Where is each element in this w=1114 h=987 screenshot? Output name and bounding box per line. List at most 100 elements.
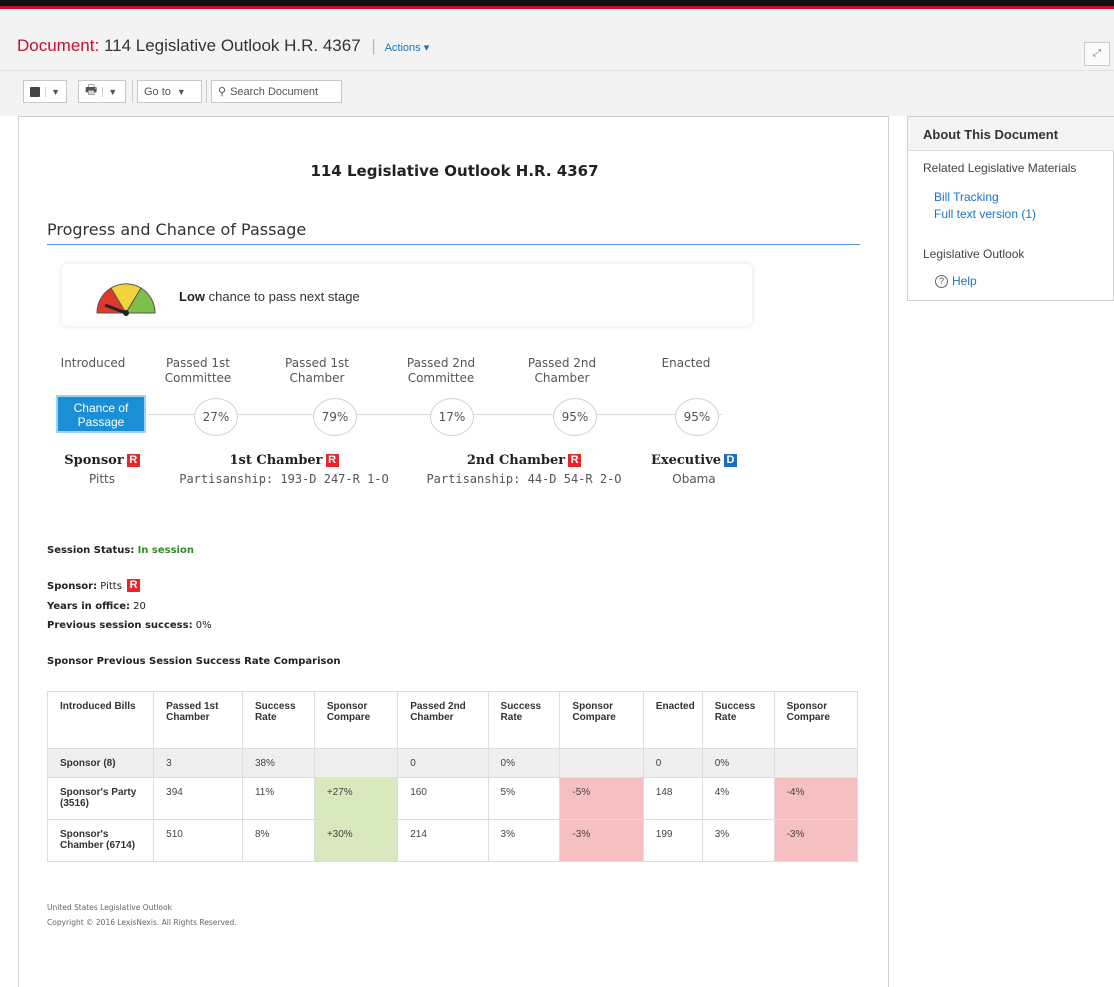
chance-summary-card: Low chance to pass next stage <box>62 264 752 326</box>
pct-enacted: 95% <box>675 398 719 436</box>
top-brand-bar <box>0 0 1114 9</box>
second-chamber-partisanship: Partisanship: 44-D 54-R 2-O <box>426 472 622 486</box>
republican-badge: R <box>126 454 140 467</box>
sponsor-value: Pitts <box>100 581 122 592</box>
table-cell: 3 <box>153 748 243 778</box>
help-link[interactable]: ? Help <box>935 274 977 288</box>
print-dropdown-button[interactable]: 🖶 ▼ <box>78 80 126 103</box>
pct-passed-1st-committee: 27% <box>194 398 238 436</box>
search-document-button[interactable]: ⚲ Search Document <box>211 80 342 103</box>
help-label: Help <box>952 274 977 288</box>
table-cell: 160 <box>397 777 489 820</box>
goto-label: Go to <box>144 85 171 98</box>
table-cell <box>559 748 644 778</box>
table-header: Introduced Bills <box>46 691 155 749</box>
table-cell: 394 <box>153 777 243 820</box>
gauge-icon <box>96 283 156 316</box>
chevron-down-icon: ▼ <box>102 86 117 97</box>
years-value: 20 <box>133 601 146 612</box>
table-cell: +27% <box>313 777 399 820</box>
folder-icon <box>30 86 41 97</box>
republican-badge: R <box>568 454 582 467</box>
years-in-office: Years in office: 20 <box>47 601 146 612</box>
print-icon: 🖶 <box>85 81 98 97</box>
table-cell: 199 <box>642 819 703 862</box>
table-cell: 0% <box>487 748 561 778</box>
table-cell: 8% <box>241 819 315 862</box>
first-chamber-partisanship: Partisanship: 193-D 247-R 1-O <box>179 472 389 486</box>
section-title: Progress and Chance of Passage <box>47 220 307 239</box>
table-cell: 11% <box>241 777 315 820</box>
previous-session-success: Previous session success: 0% <box>47 620 212 631</box>
success-rate-table: Introduced Bills Passed 1st Chamber Succ… <box>46 691 859 862</box>
document-name: 114 Legislative Outlook H.R. 4367 <box>103 36 361 55</box>
table-row: Sponsor (8) 3 38% 0 0% 0 0% <box>46 748 859 778</box>
stage-passed-2nd-committee: Passed 2nd Committee <box>406 356 476 385</box>
chevron-down-icon: ▼ <box>45 86 60 97</box>
executive-heading: Executive <box>650 453 722 468</box>
document-body: 114 Legislative Outlook H.R. 4367 Progre… <box>18 116 889 987</box>
full-text-link[interactable]: Full text version (1) <box>934 207 1036 221</box>
chance-of-passage-button[interactable]: Chance of Passage <box>56 395 146 433</box>
table-cell: Sponsor's Chamber (6714) <box>46 819 155 862</box>
pct-passed-2nd-committee: 17% <box>430 398 474 436</box>
stage-enacted: Enacted <box>661 356 711 370</box>
chance-summary-text: Low chance to pass next stage <box>179 289 360 304</box>
sponsor-info: Sponsor R Pitts <box>47 453 157 486</box>
table-cell <box>313 748 399 778</box>
previous-success-value: 0% <box>195 620 212 631</box>
table-header: Sponsor Compare <box>773 691 859 749</box>
table-title: Sponsor Previous Session Success Rate Co… <box>47 656 341 667</box>
stage-passed-2nd-chamber: Passed 2nd Chamber <box>527 356 597 385</box>
table-header-row: Introduced Bills Passed 1st Chamber Succ… <box>46 691 859 749</box>
table-cell: 38% <box>241 748 315 778</box>
republican-badge: R <box>127 579 141 592</box>
page-title: 114 Legislative Outlook H.R. 4367 <box>310 162 599 180</box>
table-cell: 3% <box>701 819 775 862</box>
table-row: Sponsor's Chamber (6714) 510 8% +30% 214… <box>46 819 859 862</box>
section-divider <box>47 244 860 245</box>
help-icon: ? <box>935 274 948 288</box>
table-header: Enacted <box>642 691 703 749</box>
sponsor-name: Pitts <box>89 472 115 486</box>
table-header: Success Rate <box>701 691 775 749</box>
table-cell: 0 <box>642 748 703 778</box>
footer-source: United States Legislative Outlook <box>47 903 172 912</box>
folder-dropdown-button[interactable]: ▼ <box>23 80 67 103</box>
table-header: Passed 1st Chamber <box>153 691 243 749</box>
session-status-label: Session Status: <box>47 545 135 556</box>
goto-dropdown-button[interactable]: Go to ▼ <box>137 80 202 103</box>
table-header: Sponsor Compare <box>313 691 399 749</box>
search-document-label: Search Document <box>230 85 319 98</box>
first-chamber-heading: 1st Chamber <box>229 453 323 468</box>
stage-passed-1st-committee: Passed 1st Committee <box>164 356 232 385</box>
pct-passed-1st-chamber: 79% <box>313 398 357 436</box>
legislative-outlook-label: Legislative Outlook <box>923 247 1025 261</box>
table-cell: 0% <box>701 748 775 778</box>
sponsor-label: Sponsor: <box>47 581 98 592</box>
table-cell: 3% <box>487 819 561 862</box>
republican-badge: R <box>325 454 339 467</box>
executive-name: Obama <box>672 472 716 486</box>
table-cell: Sponsor (8) <box>46 748 155 778</box>
democrat-badge: D <box>724 454 738 467</box>
table-header: Passed 2nd Chamber <box>397 691 489 749</box>
table-cell: +30% <box>313 819 399 862</box>
session-status-value: In session <box>137 545 194 556</box>
related-materials-label: Related Legislative Materials <box>923 161 1077 175</box>
actions-menu[interactable]: Actions ▾ <box>385 42 430 54</box>
previous-success-label: Previous session success: <box>47 620 193 631</box>
table-header: Sponsor Compare <box>559 691 644 749</box>
table-cell: 5% <box>487 777 561 820</box>
sponsor-line: Sponsor: Pitts R <box>47 579 141 592</box>
sponsor-heading: Sponsor <box>64 453 124 468</box>
footer-copyright: Copyright © 2016 LexisNexis. All Rights … <box>47 918 237 927</box>
session-status: Session Status: In session <box>47 545 194 556</box>
expand-icon[interactable]: ⤢ <box>1084 42 1110 66</box>
bill-tracking-link[interactable]: Bill Tracking <box>934 190 999 204</box>
pct-passed-2nd-chamber: 95% <box>553 398 597 436</box>
chance-description: chance to pass next stage <box>208 289 360 304</box>
document-label: Document: <box>17 36 100 55</box>
stage-passed-1st-chamber: Passed 1st Chamber <box>285 356 349 385</box>
stage-introduced: Introduced <box>60 356 126 370</box>
